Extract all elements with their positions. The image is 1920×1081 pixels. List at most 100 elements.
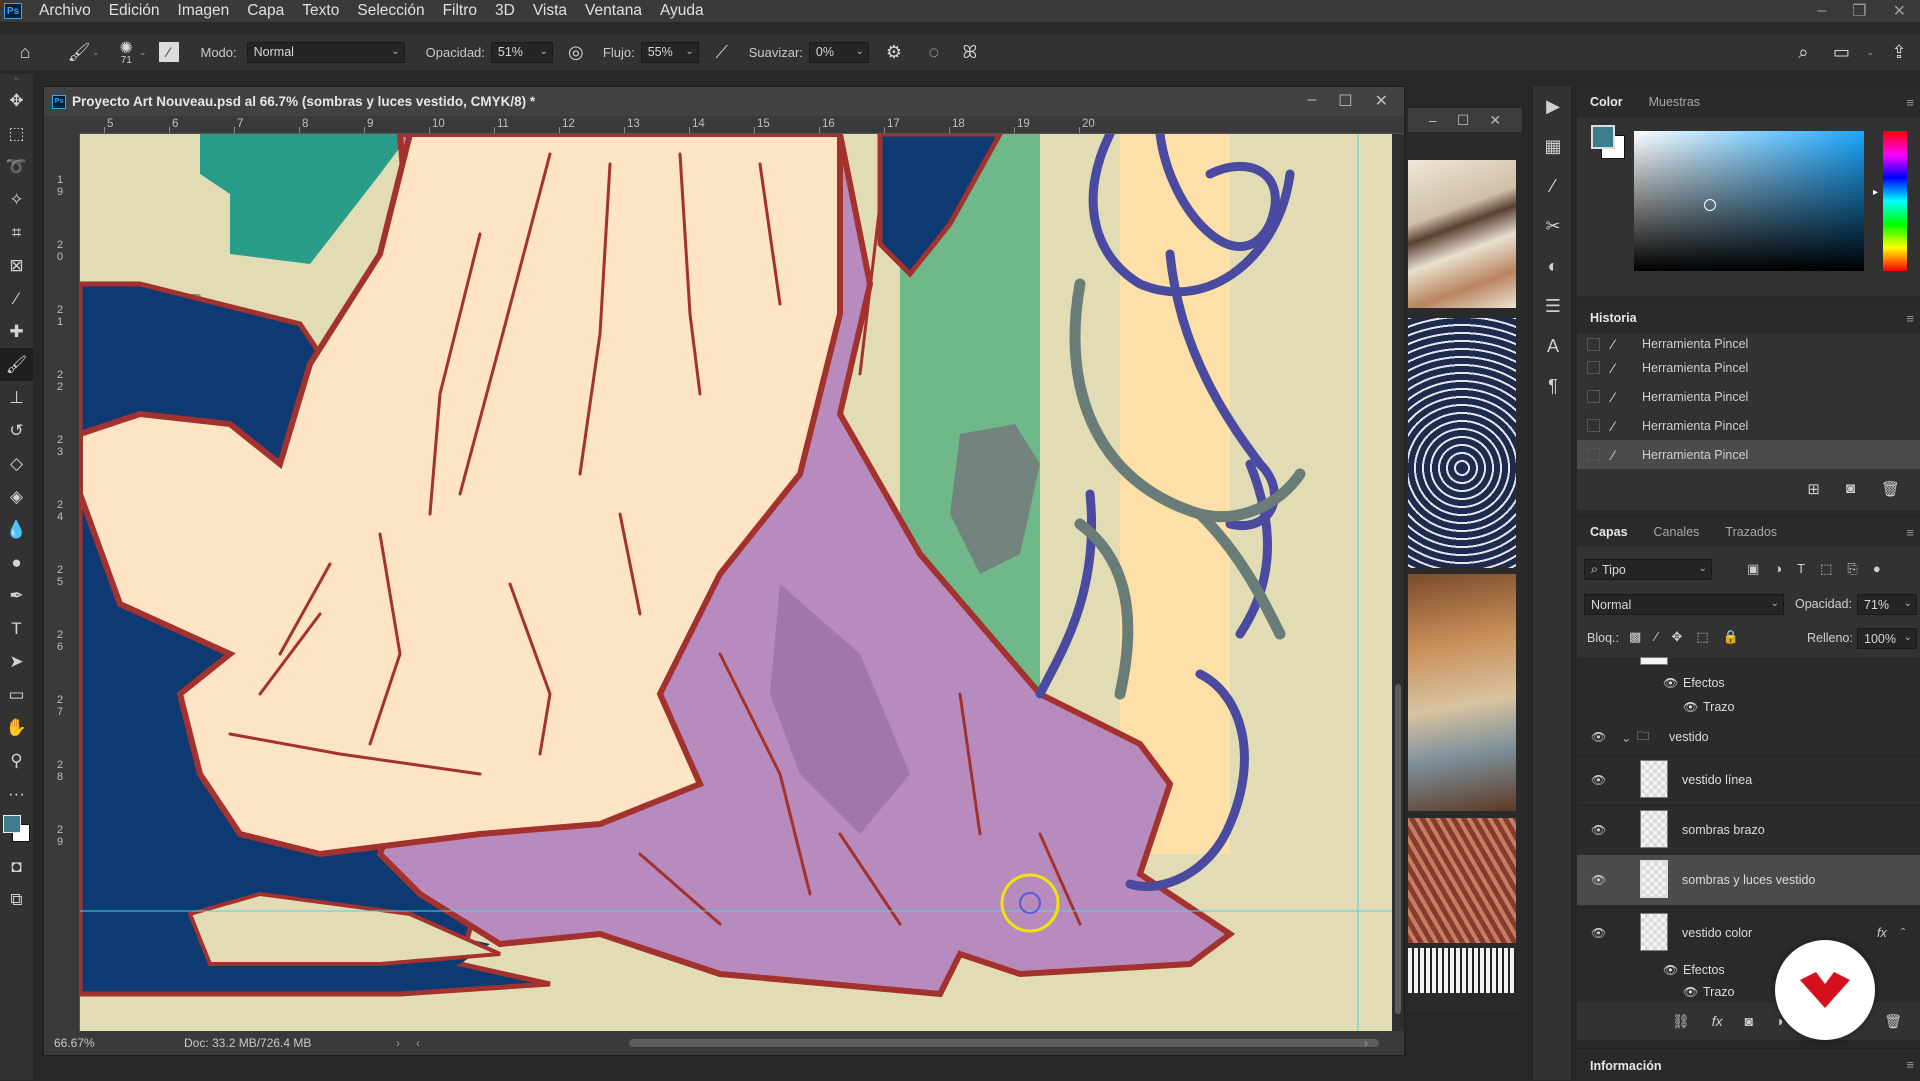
hand-tool-icon[interactable]: ✋ [0, 711, 33, 744]
minimize-icon[interactable]: – [1817, 2, 1826, 20]
eraser-tool-icon[interactable]: ◇ [0, 447, 33, 480]
minimize-icon[interactable]: – [1429, 112, 1437, 128]
menu-filtro[interactable]: Filtro [443, 2, 477, 20]
brush-tool-icon[interactable]: 🖌 [0, 348, 33, 381]
libraries-icon[interactable]: ▦ [1533, 126, 1573, 166]
workspace-icon[interactable]: ▭ [1828, 39, 1854, 65]
chevron-up-icon[interactable]: ⌃ [1899, 927, 1907, 938]
crop-tool-icon[interactable]: ⌗ [0, 216, 33, 249]
history-item[interactable]: ⁄ Herramienta Pincel [1577, 335, 1920, 353]
play-icon[interactable]: ▶ [1533, 86, 1573, 126]
move-tool-icon[interactable]: ✥ [0, 84, 33, 117]
home-icon[interactable]: ⌂ [12, 39, 38, 65]
eye-icon[interactable]: 👁 [1591, 730, 1606, 744]
history-item-current[interactable]: ⁄ Herramienta Pincel [1577, 440, 1920, 469]
eye-icon[interactable]: 👁 [1683, 700, 1698, 714]
filter-type-icon[interactable]: T [1797, 561, 1805, 577]
paragraph-icon[interactable]: ¶ [1533, 366, 1573, 406]
tab-channels[interactable]: Canales [1641, 525, 1713, 547]
eye-icon[interactable]: 👁 [1663, 963, 1678, 977]
effects-row[interactable]: 👁 Efectos [1577, 671, 1920, 695]
symmetry-butterfly-icon[interactable]: ꕤ [957, 39, 983, 65]
hue-slider[interactable] [1883, 131, 1907, 271]
layer-row[interactable]: 👁 vestido color fx ⌃ [1577, 907, 1920, 957]
frame-tool-icon[interactable]: ⊠ [0, 249, 33, 282]
layer-row[interactable]: 👁 vestido línea [1577, 755, 1920, 803]
panel-menu-icon[interactable]: ≡ [1906, 1057, 1914, 1072]
panel-menu-icon[interactable]: ≡ [1906, 95, 1914, 110]
chevron-down-icon[interactable]: ⌄ [92, 47, 100, 58]
menu-ventana[interactable]: Ventana [585, 2, 642, 20]
color-field[interactable] [1634, 131, 1864, 271]
lock-artboard-icon[interactable]: ⬚ [1696, 629, 1708, 645]
mode-select[interactable]: Normal ⌄ [246, 41, 405, 63]
stroke-effect-row[interactable]: 👁 Trazo [1577, 695, 1920, 719]
lock-position-icon[interactable]: ✥ [1671, 629, 1682, 645]
layer-filter-select[interactable]: ⌕ Tipo ⌄ [1584, 559, 1712, 580]
layer-row-selected[interactable]: 👁 sombras y luces vestido [1577, 855, 1920, 905]
brush-tool-preset-icon[interactable]: 🖌 [66, 39, 92, 65]
tab-swatches[interactable]: Muestras [1636, 95, 1713, 117]
flow-field[interactable]: 55% ⌄ [640, 41, 699, 63]
eye-icon[interactable]: 👁 [1591, 823, 1606, 837]
link-layers-icon[interactable]: ⛓ [1672, 1013, 1690, 1030]
horizontal-scroll-thumb[interactable] [629, 1039, 1379, 1047]
fx-icon[interactable]: fx [1877, 926, 1887, 940]
menu-imagen[interactable]: Imagen [178, 2, 230, 20]
eye-icon[interactable]: 👁 [1663, 676, 1678, 690]
dodge-tool-icon[interactable]: ● [0, 546, 33, 579]
rectangle-tool-icon[interactable]: ▭ [0, 678, 33, 711]
close-icon[interactable]: ✕ [1893, 1, 1906, 21]
doc-size-info[interactable]: Doc: 33.2 MB/726.4 MB [184, 1036, 311, 1050]
canvas[interactable] [80, 134, 1392, 1031]
screen-mode-icon[interactable]: ⧉ [0, 883, 33, 916]
share-icon[interactable]: ⇪ [1886, 39, 1912, 65]
filter-adjustment-icon[interactable]: ◑ [1774, 561, 1782, 577]
clone-stamp-tool-icon[interactable]: ⊥ [0, 381, 33, 414]
add-mask-icon[interactable]: ◙ [1745, 1013, 1753, 1030]
chevron-down-icon[interactable]: ⌄ [1621, 730, 1631, 745]
tab-history[interactable]: Historia [1577, 311, 1650, 333]
toolbar-collapse-icon[interactable]: » [0, 74, 33, 84]
type-tool-icon[interactable]: T [0, 612, 33, 645]
eye-icon[interactable]: 👁 [1591, 873, 1606, 887]
foreground-swatch[interactable] [1591, 125, 1615, 149]
reference-photo-texture[interactable] [1408, 818, 1516, 943]
blur-tool-icon[interactable]: 💧 [0, 513, 33, 546]
reference-photo-japanese-waves[interactable] [1408, 318, 1516, 568]
brushes-icon[interactable]: ⁄ [1533, 166, 1573, 206]
history-brush-tool-icon[interactable]: ↺ [0, 414, 33, 447]
eye-icon[interactable]: 👁 [1683, 985, 1698, 999]
reference-photo-pattern[interactable] [1408, 948, 1516, 993]
blend-mode-select[interactable]: Normal ⌄ [1584, 594, 1784, 615]
more-tools-icon[interactable]: ··· [0, 777, 33, 810]
opacity-field[interactable]: 51% ⌄ [490, 41, 553, 63]
trash-icon[interactable]: 🗑 [1884, 1013, 1902, 1030]
lasso-tool-icon[interactable]: ➰ [0, 150, 33, 183]
marquee-tool-icon[interactable]: ⬚ [0, 117, 33, 150]
menu-vista[interactable]: Vista [533, 2, 567, 20]
chevron-down-icon[interactable]: ⌄ [1866, 47, 1874, 58]
quick-selection-tool-icon[interactable]: ✧ [0, 183, 33, 216]
panel-menu-icon[interactable]: ≡ [1906, 525, 1914, 540]
lock-transparency-icon[interactable]: ▩ [1629, 629, 1641, 645]
history-item[interactable]: ⁄ Herramienta Pincel [1577, 411, 1920, 440]
layer-opacity-field[interactable]: 71% ⌄ [1857, 594, 1917, 615]
properties-icon[interactable]: ☰ [1533, 286, 1573, 326]
color-picker-handle[interactable] [1704, 199, 1716, 211]
lock-pixels-icon[interactable]: ⁄ [1655, 629, 1657, 645]
trash-icon[interactable]: 🗑 [1881, 480, 1900, 498]
scroll-thumb[interactable] [1395, 684, 1401, 1014]
reference-photo-family[interactable] [1408, 574, 1516, 811]
eye-icon[interactable]: 👁 [1591, 926, 1606, 940]
restore-icon[interactable]: ❐ [1852, 1, 1866, 21]
adjustments-icon[interactable]: ◐ [1533, 246, 1573, 286]
quick-mask-icon[interactable]: ◘ [0, 850, 33, 883]
scroll-right-icon[interactable]: › [1364, 1036, 1368, 1050]
new-document-from-state-icon[interactable]: ⊞ [1807, 480, 1820, 498]
menu-3d[interactable]: 3D [495, 2, 515, 20]
character-icon[interactable]: A [1533, 326, 1573, 366]
close-icon[interactable]: ✕ [1375, 91, 1388, 111]
history-item[interactable]: ⁄ Herramienta Pincel [1577, 382, 1920, 411]
search-icon[interactable]: ⌕ [1790, 39, 1816, 65]
